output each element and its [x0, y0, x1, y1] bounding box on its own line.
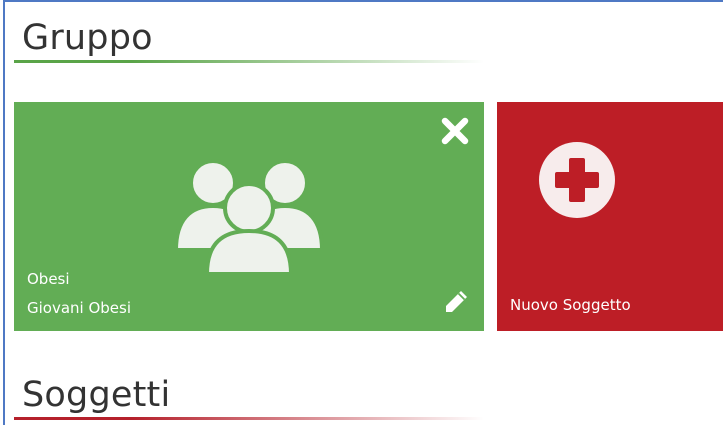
group-name: Obesi	[27, 270, 70, 288]
group-card[interactable]: Obesi Giovani Obesi	[14, 102, 484, 331]
group-section-title: Gruppo	[22, 18, 153, 58]
plus-circle-icon	[539, 142, 615, 218]
group-description: Giovani Obesi	[27, 299, 132, 317]
subjects-section-title: Soggetti	[22, 375, 171, 415]
new-subject-card[interactable]: Nuovo Soggetto	[497, 102, 723, 331]
users-group-icon	[174, 159, 324, 276]
close-icon[interactable]	[440, 116, 470, 146]
pencil-icon[interactable]	[442, 288, 470, 316]
new-subject-label: Nuovo Soggetto	[510, 296, 631, 314]
subjects-title-underline	[14, 417, 484, 420]
group-title-underline	[14, 60, 484, 63]
